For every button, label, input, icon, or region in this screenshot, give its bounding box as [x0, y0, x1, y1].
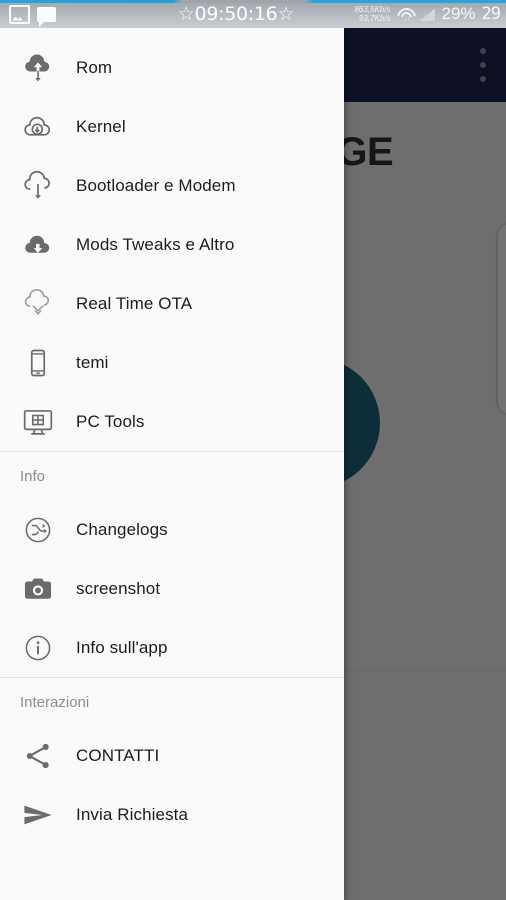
screen: ...EDGE ...ing 12 ☆09:50:16☆ 863,5Kb/s 9… — [0, 0, 506, 900]
navigation-drawer: Rom Kernel Bootloader e Modem Mods Tweak… — [0, 28, 344, 900]
signal-icon — [419, 7, 435, 21]
cloud-ota-icon — [0, 287, 76, 321]
drawer-item-label: Info sull'app — [76, 637, 168, 657]
status-bar: ☆09:50:16☆ 863,5Kb/s 93,7Kb/s ↓↑ 29% 29 — [0, 0, 506, 28]
drawer-item-label: Real Time OTA — [76, 293, 193, 313]
drawer-item-label: CONTATTI — [76, 745, 160, 765]
share-icon — [0, 739, 76, 773]
drawer-item-label: PC Tools — [76, 411, 145, 431]
drawer-item-label: Kernel — [76, 116, 126, 136]
drawer-item-label: Invia Richiesta — [76, 804, 189, 824]
battery-level-number: 29 — [481, 4, 502, 24]
drawer-item-screenshot[interactable]: screenshot — [0, 559, 344, 618]
smartphone-icon — [0, 346, 76, 380]
network-speed: 863,5Kb/s 93,7Kb/s — [354, 5, 390, 23]
send-icon — [0, 798, 76, 832]
cloud-download-outline-circle-icon — [0, 110, 76, 144]
drawer-item-label: Bootloader e Modem — [76, 175, 236, 195]
drawer-item-label: Rom — [76, 57, 113, 77]
drawer-item-info-app[interactable]: Info sull'app — [0, 618, 344, 677]
drawer-section-info: Info — [20, 467, 46, 485]
drawer-item-contatti[interactable]: CONTATTI — [0, 726, 344, 785]
info-circle-icon — [0, 631, 76, 665]
drawer-section-interazioni: Interazioni — [20, 693, 90, 711]
drawer-item-kernel[interactable]: Kernel — [0, 97, 344, 156]
drawer-item-rom[interactable]: Rom — [0, 38, 344, 97]
cloud-download-outline-icon — [0, 169, 76, 203]
cloud-upload-filled-icon — [0, 51, 76, 85]
drawer-item-label: Changelogs — [76, 519, 168, 539]
drawer-item-changelogs[interactable]: Changelogs — [0, 500, 344, 559]
camera-icon — [0, 572, 76, 606]
wifi-icon: ↓↑ — [396, 7, 413, 23]
drawer-item-invia-richiesta[interactable]: Invia Richiesta — [0, 785, 344, 844]
drawer-item-mods-tweaks[interactable]: Mods Tweaks e Altro — [0, 215, 344, 274]
drawer-item-bootloader-modem[interactable]: Bootloader e Modem — [0, 156, 344, 215]
network-speed-up: 93,7Kb/s — [358, 14, 391, 23]
drawer-item-label: screenshot — [76, 578, 161, 598]
shuffle-circle-icon — [0, 513, 76, 547]
drawer-item-pc-tools[interactable]: PC Tools — [0, 392, 344, 451]
desktop-icon — [0, 405, 76, 439]
cloud-download-filled-icon — [0, 228, 76, 262]
drawer-item-label: Mods Tweaks e Altro — [76, 234, 235, 254]
network-speed-down: 863,5Kb/s — [354, 5, 391, 14]
status-bar-system: 863,5Kb/s 93,7Kb/s ↓↑ 29% 29 — [354, 0, 502, 28]
drawer-item-label: temi — [76, 352, 109, 372]
drawer-item-temi[interactable]: temi — [0, 333, 344, 392]
drawer-item-real-time-ota[interactable]: Real Time OTA — [0, 274, 344, 333]
battery-percent: 29% — [441, 4, 476, 23]
